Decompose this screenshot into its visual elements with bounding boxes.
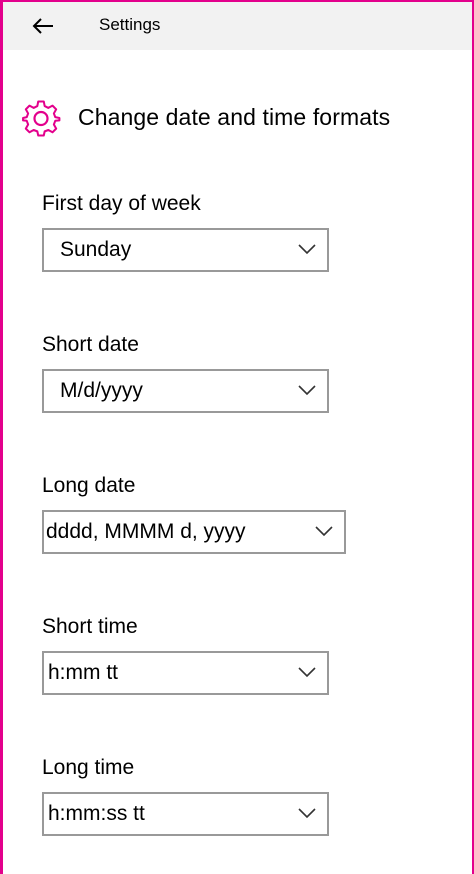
gear-icon [20, 96, 62, 138]
short-date-dropdown[interactable]: M/d/yyyy [42, 369, 329, 413]
back-button[interactable] [21, 2, 65, 50]
first-day-of-week-dropdown[interactable]: Sunday [42, 228, 329, 272]
long-date-dropdown[interactable]: dddd, MMMM d, yyyy [42, 510, 346, 554]
short-time-label: Short time [42, 615, 138, 638]
short-time-dropdown[interactable]: h:mm tt [42, 651, 329, 695]
chevron-down-icon [298, 385, 316, 396]
first-day-of-week-value: Sunday [60, 238, 132, 261]
short-time-value: h:mm tt [48, 661, 119, 684]
long-date-label: Long date [42, 474, 136, 497]
chevron-down-icon [298, 244, 316, 255]
chevron-down-icon [298, 808, 316, 819]
window-accent-border-left [0, 0, 3, 874]
window-title: Settings [99, 15, 161, 34]
long-time-label: Long time [42, 756, 135, 779]
page-title: Change date and time formats [78, 103, 391, 130]
title-bar: Settings [3, 2, 472, 50]
short-time-field: Short time h:mm tt [42, 613, 329, 695]
chevron-down-icon [298, 667, 316, 678]
chevron-down-icon [315, 526, 333, 537]
arrow-left-icon [32, 18, 53, 34]
long-date-field: Long date dddd, MMMM d, yyyy [42, 472, 346, 554]
short-date-label: Short date [42, 333, 139, 356]
long-time-value: h:mm:ss tt [48, 802, 145, 825]
short-date-value: M/d/yyyy [60, 379, 143, 402]
long-time-dropdown[interactable]: h:mm:ss tt [42, 792, 329, 836]
first-day-of-week-label: First day of week [42, 192, 201, 215]
long-time-field: Long time h:mm:ss tt [42, 754, 329, 836]
page-header: Change date and time formats [20, 95, 390, 139]
first-day-of-week-field: First day of week Sunday [42, 190, 329, 272]
long-date-value: dddd, MMMM d, yyyy [46, 520, 246, 543]
short-date-field: Short date M/d/yyyy [42, 331, 329, 413]
